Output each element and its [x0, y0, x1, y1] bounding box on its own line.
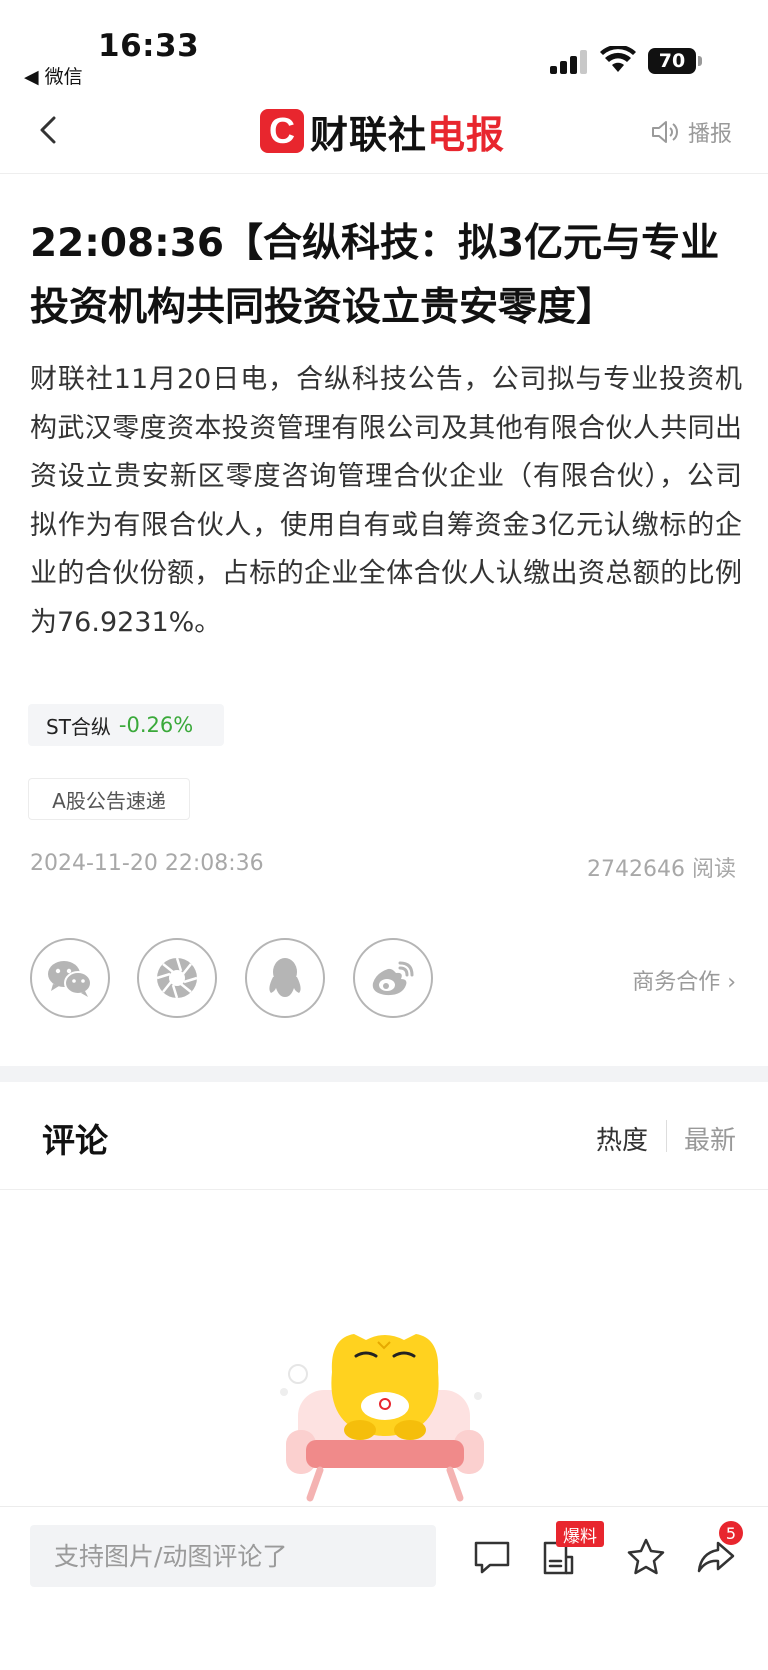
brand-logo: C 财联社 电报	[260, 106, 506, 157]
share-moments-button[interactable]	[137, 938, 217, 1018]
business-cooperation-link[interactable]: 商务合作 ›	[632, 964, 736, 996]
empty-comments-mascot-illustration	[280, 1334, 484, 1502]
qq-icon	[269, 958, 301, 997]
comment-header: 评论 热度 最新	[0, 1082, 768, 1190]
publish-date: 2024-11-20 22:08:36	[30, 851, 264, 876]
battery-icon: 70	[648, 48, 702, 74]
sort-by-newest-tab[interactable]: 最新	[684, 1120, 736, 1157]
back-to-app-link[interactable]: ◀ 微信	[24, 62, 83, 89]
back-arrow-icon[interactable]	[30, 110, 70, 150]
baoliao-badge: 爆料	[556, 1521, 604, 1547]
nav-bar: C 财联社 电报 播报	[0, 96, 768, 174]
section-divider	[0, 1066, 768, 1082]
wifi-icon	[600, 46, 636, 72]
share-qq-button[interactable]	[245, 938, 325, 1018]
article-headline: 22:08:36【合纵科技：拟3亿元与专业投资机构共同投资设立贵安零度】	[30, 221, 720, 330]
status-time: 16:33	[98, 28, 200, 64]
bottom-action-bar: 爆料 5	[0, 1506, 768, 1670]
favorite-star-icon[interactable]	[624, 1535, 668, 1579]
cls-logo-icon: C	[260, 109, 304, 153]
broadcast-button[interactable]: 播报	[650, 116, 732, 148]
status-bar: 16:33 ◀ 微信 70	[0, 0, 768, 96]
share-weibo-button[interactable]	[353, 938, 433, 1018]
subject-tag[interactable]: A股公告速递	[28, 778, 190, 820]
sort-by-hot-tab[interactable]: 热度	[596, 1120, 648, 1157]
broadcast-label: 播报	[688, 122, 733, 147]
comment-input[interactable]	[30, 1525, 436, 1587]
cellular-signal-icon	[550, 50, 588, 74]
speaker-icon	[652, 121, 678, 143]
read-count: 2742646 阅读	[587, 857, 736, 882]
wechat-icon	[48, 961, 92, 997]
stock-chip[interactable]: ST合纵 -0.26%	[28, 704, 224, 746]
share-wechat-button[interactable]	[30, 938, 110, 1018]
share-count-badge: 5	[719, 1521, 743, 1545]
weibo-icon	[372, 961, 414, 996]
comment-icon[interactable]	[470, 1535, 514, 1579]
stock-change: -0.26%	[118, 713, 194, 737]
brand-suffix: 电报	[427, 112, 506, 157]
brand-name: 财联社	[310, 112, 428, 157]
moments-icon	[156, 957, 198, 999]
sort-separator	[666, 1120, 667, 1152]
stock-name: ST合纵	[46, 714, 111, 739]
comment-title: 评论	[42, 1121, 108, 1160]
article-body: 财联社11月20日电，合纵科技公告，公司拟与专业投资机构武汉零度资本投资管理有限…	[30, 364, 742, 638]
